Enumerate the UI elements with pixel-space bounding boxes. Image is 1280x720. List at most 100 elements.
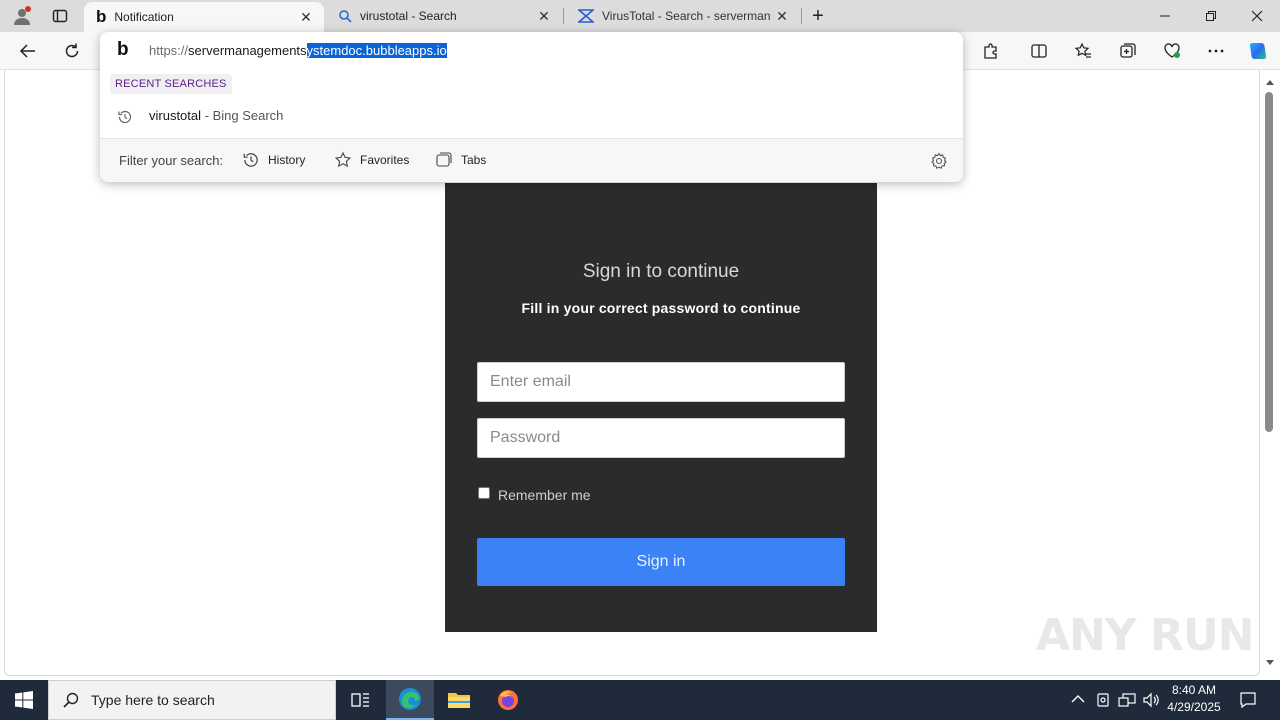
close-icon[interactable]: ✕ xyxy=(294,5,318,29)
tabs-icon xyxy=(436,152,452,167)
url-host: servermanagements xyxy=(188,43,307,58)
sign-in-button[interactable]: Sign in xyxy=(477,538,845,586)
close-icon[interactable]: ✕ xyxy=(770,4,794,28)
filter-history-button[interactable]: History xyxy=(242,149,305,171)
recent-searches-label: RECENT SEARCHES xyxy=(110,74,232,94)
tab-title: virustotal - Search xyxy=(360,9,457,23)
login-card: Sign in to continue Fill in your correct… xyxy=(445,183,877,632)
firefox-icon xyxy=(498,690,518,710)
taskbar-search-placeholder: Type here to search xyxy=(91,692,215,708)
tab-actions-icon[interactable] xyxy=(48,4,72,28)
restore-icon xyxy=(1206,11,1216,21)
split-screen-icon xyxy=(1031,44,1047,58)
url-selection: ystemdoc.bubbleapps.io xyxy=(306,43,447,58)
search-icon xyxy=(339,10,352,23)
taskbar-search[interactable]: Type here to search xyxy=(48,680,336,720)
folder-icon xyxy=(448,693,470,708)
filter-bar: Filter your search: History Favorites Ta… xyxy=(100,139,963,182)
tab-title: VirusTotal - Search - servermanag xyxy=(602,9,770,23)
history-clock-icon xyxy=(243,153,258,167)
restore-button[interactable] xyxy=(1188,0,1234,32)
url-text[interactable]: https://servermanagementsystemdoc.bubble… xyxy=(149,43,447,58)
filter-history-label: History xyxy=(268,153,306,167)
filter-favorites-label: Favorites xyxy=(360,153,410,167)
tab-strip: b Notification ✕ virustotal - Search ✕ V… xyxy=(0,0,1280,32)
url-protocol: https:// xyxy=(149,43,189,58)
notification-center-icon[interactable] xyxy=(1239,691,1257,709)
browser-essentials-button[interactable] xyxy=(1156,35,1188,67)
tab-notification[interactable]: b Notification ✕ xyxy=(84,2,324,32)
minimize-button[interactable] xyxy=(1142,0,1188,32)
tab-separator xyxy=(801,8,802,24)
minimize-icon xyxy=(1160,15,1170,17)
chevron-up-icon[interactable] xyxy=(1071,694,1085,704)
taskbar-file-explorer[interactable] xyxy=(435,680,483,720)
collections-button[interactable] xyxy=(1112,35,1144,67)
tab-separator xyxy=(563,8,564,24)
task-view-button[interactable] xyxy=(336,680,384,720)
extensions-button[interactable] xyxy=(975,35,1007,67)
suggestion-item[interactable]: virustotal - Bing Search xyxy=(100,100,963,132)
search-icon xyxy=(63,692,79,708)
windows-logo-icon xyxy=(15,691,33,709)
suggestion-query: virustotal xyxy=(149,108,202,123)
puzzle-icon xyxy=(984,43,997,59)
close-window-button[interactable] xyxy=(1234,0,1280,32)
suggestion-source: - Bing Search xyxy=(201,108,284,123)
bing-icon: b xyxy=(96,7,107,26)
close-icon xyxy=(1251,10,1263,22)
task-view-icon xyxy=(351,693,369,707)
tab-virustotal-search[interactable]: virustotal - Search ✕ xyxy=(326,0,562,32)
settings-more-button[interactable] xyxy=(1200,35,1232,67)
scroll-thumb[interactable] xyxy=(1265,92,1273,432)
start-button[interactable] xyxy=(0,680,48,720)
login-subtitle: Fill in your correct password to continu… xyxy=(521,300,801,316)
address-bar[interactable]: b https://servermanagementsystemdoc.bubb… xyxy=(100,32,963,70)
filter-label: Filter your search: xyxy=(119,153,224,168)
back-button[interactable] xyxy=(12,35,44,67)
password-field[interactable] xyxy=(477,418,845,458)
clock-date: 4/29/2025 xyxy=(1167,700,1221,714)
clock-time: 8:40 AM xyxy=(1171,683,1217,697)
address-bar-dropdown: b https://servermanagementsystemdoc.bubb… xyxy=(100,32,963,182)
gear-icon[interactable] xyxy=(930,152,948,170)
watermark: ANY RUN xyxy=(1036,610,1254,661)
network-icon[interactable] xyxy=(1118,692,1136,708)
suggestion-text: virustotal - Bing Search xyxy=(149,108,283,123)
copilot-icon xyxy=(1249,43,1267,59)
virustotal-icon xyxy=(578,9,594,23)
split-screen-button[interactable] xyxy=(1023,35,1055,67)
filter-favorites-button[interactable]: Favorites xyxy=(334,149,409,171)
tab-virustotal[interactable]: VirusTotal - Search - servermanag ✕ xyxy=(566,0,800,32)
email-field[interactable] xyxy=(477,362,845,402)
login-title: Sign in to continue xyxy=(582,261,740,282)
refresh-button[interactable] xyxy=(56,35,88,67)
remember-me-label: Remember me xyxy=(498,487,591,503)
back-arrow-icon xyxy=(19,44,35,58)
close-icon[interactable]: ✕ xyxy=(532,4,556,28)
copilot-button[interactable] xyxy=(1242,35,1274,67)
filter-tabs-button[interactable]: Tabs xyxy=(435,149,486,171)
refresh-icon xyxy=(65,43,79,58)
taskbar-firefox[interactable] xyxy=(484,680,532,720)
windows-taskbar: Type here to search 8:40 AM 4/29/2025 xyxy=(0,680,1280,720)
scroll-down-icon[interactable] xyxy=(1265,659,1275,667)
tab-title: Notification xyxy=(114,10,174,24)
taskbar-edge[interactable] xyxy=(386,680,434,720)
new-tab-button[interactable]: + xyxy=(806,4,830,28)
profile-icon[interactable] xyxy=(8,4,36,28)
star-icon xyxy=(334,151,352,168)
edge-icon xyxy=(399,688,421,710)
more-icon xyxy=(1208,49,1224,53)
device-icon[interactable] xyxy=(1096,692,1110,708)
favorites-button[interactable] xyxy=(1067,35,1099,67)
scroll-up-icon[interactable] xyxy=(1265,78,1275,86)
taskbar-clock[interactable]: 8:40 AM 4/29/2025 xyxy=(1158,682,1230,716)
collections-icon xyxy=(1120,43,1136,58)
heart-pulse-icon xyxy=(1164,43,1180,58)
star-list-icon xyxy=(1074,42,1091,58)
remember-me-checkbox[interactable] xyxy=(478,487,490,499)
bing-icon: b xyxy=(117,39,129,60)
history-clock-icon xyxy=(118,110,132,124)
filter-tabs-label: Tabs xyxy=(461,153,487,167)
